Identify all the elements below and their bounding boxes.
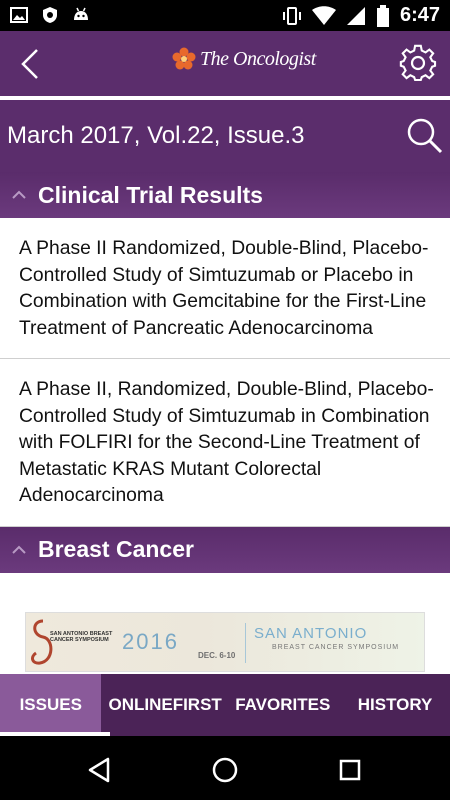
ad-dates: DEC. 6-10 bbox=[198, 651, 236, 660]
ad-logo: San Antonio Breast Cancer Symposium bbox=[26, 613, 116, 671]
back-chevron-icon bbox=[21, 49, 38, 79]
settings-button[interactable] bbox=[398, 43, 438, 83]
ad-subtitle: BREAST CANCER SYMPOSIUM bbox=[272, 644, 400, 651]
tab-label: ONLINEFIRST bbox=[108, 695, 222, 714]
tab-bar: ISSUES ONLINEFIRST FAVORITES HISTORY bbox=[0, 674, 450, 736]
section-title: Breast Cancer bbox=[38, 536, 194, 562]
ad-separator bbox=[245, 623, 246, 663]
tab-label: FAVORITES bbox=[235, 695, 331, 714]
issue-title: March 2017, Vol.22, Issue.3 bbox=[7, 122, 305, 149]
section-header-breast-cancer[interactable]: Breast Cancer bbox=[0, 526, 450, 573]
chevron-up-icon bbox=[12, 190, 26, 199]
back-triangle-icon bbox=[88, 757, 110, 783]
chevron-up-icon bbox=[12, 545, 26, 554]
tab-favorites[interactable]: FAVORITES bbox=[229, 674, 337, 736]
tab-label: HISTORY bbox=[357, 695, 433, 714]
article-item[interactable]: A Phase II, Randomized, Double-Blind, Pl… bbox=[0, 359, 450, 527]
wifi-icon bbox=[311, 5, 336, 25]
recents-square-icon bbox=[339, 759, 361, 781]
article-list[interactable]: Clinical Trial Results A Phase II Random… bbox=[0, 172, 450, 610]
battery-icon bbox=[376, 4, 389, 27]
section-title: Clinical Trial Results bbox=[38, 181, 263, 208]
ad-logo-text: San Antonio Breast Cancer Symposium bbox=[50, 631, 113, 643]
ad-year: 2016 bbox=[122, 629, 179, 654]
signal-icon bbox=[346, 6, 365, 25]
nav-recents-button[interactable] bbox=[334, 754, 366, 786]
app-logo: The Oncologist bbox=[172, 47, 316, 71]
logo-text: The Oncologist bbox=[200, 47, 316, 70]
image-icon bbox=[10, 7, 28, 23]
article-item[interactable]: A Phase II Randomized, Double-Blind, Pla… bbox=[0, 218, 450, 359]
logo-flower-icon bbox=[172, 47, 196, 70]
search-icon bbox=[407, 118, 443, 154]
ad-banner[interactable]: San Antonio Breast Cancer Symposium 2016… bbox=[25, 612, 425, 672]
tab-history[interactable]: HISTORY bbox=[337, 674, 450, 736]
back-button[interactable] bbox=[12, 46, 48, 82]
search-button[interactable] bbox=[404, 115, 444, 155]
tab-issues[interactable]: ISSUES bbox=[0, 674, 102, 736]
status-time: 6:47 bbox=[399, 4, 440, 26]
nav-home-button[interactable] bbox=[209, 754, 241, 786]
issue-bar: March 2017, Vol.22, Issue.3 bbox=[0, 100, 450, 172]
system-nav-bar bbox=[0, 736, 450, 800]
home-circle-icon bbox=[212, 757, 238, 783]
app-bar: The Oncologist bbox=[0, 31, 450, 96]
shield-icon bbox=[43, 7, 57, 23]
gear-icon bbox=[399, 44, 437, 82]
section-header-clinical-trial-results[interactable]: Clinical Trial Results bbox=[0, 172, 450, 218]
tab-onlinefirst[interactable]: ONLINEFIRST bbox=[101, 674, 228, 736]
sabcs-logo-icon bbox=[31, 619, 53, 665]
nav-back-button[interactable] bbox=[84, 754, 116, 786]
tab-label: ISSUES bbox=[19, 695, 82, 714]
status-bar: 6:47 bbox=[0, 0, 450, 31]
ad-title: SAN ANTONIO bbox=[254, 625, 368, 642]
android-icon bbox=[74, 7, 88, 20]
vibrate-icon bbox=[282, 6, 301, 25]
